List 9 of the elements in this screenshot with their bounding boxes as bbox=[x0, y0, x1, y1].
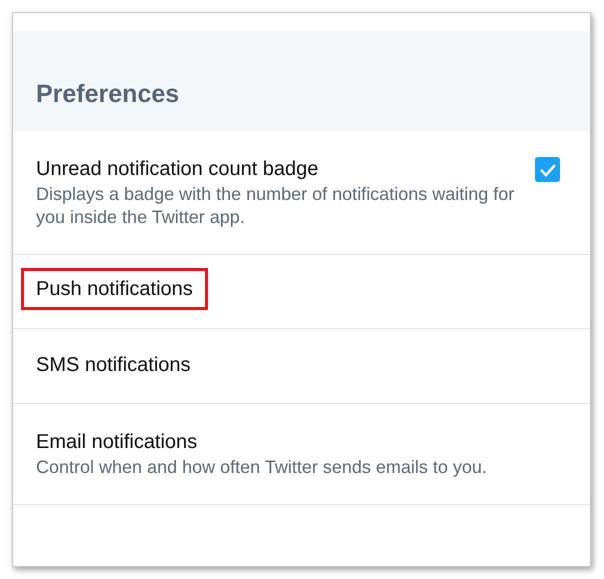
setting-label[interactable]: Unread notification count badge bbox=[36, 157, 318, 181]
section-title: Preferences bbox=[36, 78, 180, 110]
setting-label[interactable]: Email notifications bbox=[36, 430, 198, 454]
check-icon bbox=[538, 162, 556, 176]
checkbox[interactable] bbox=[535, 157, 560, 182]
highlighted-setting-label[interactable]: Push notifications bbox=[21, 268, 208, 310]
setting-description: Control when and how often Twitter sends emails to you. bbox=[36, 456, 488, 479]
setting-description: Displays a badge with the number of notifications waiting for you inside the Twitter app. bbox=[36, 183, 516, 230]
setting-label[interactable]: SMS notifications bbox=[36, 353, 191, 377]
